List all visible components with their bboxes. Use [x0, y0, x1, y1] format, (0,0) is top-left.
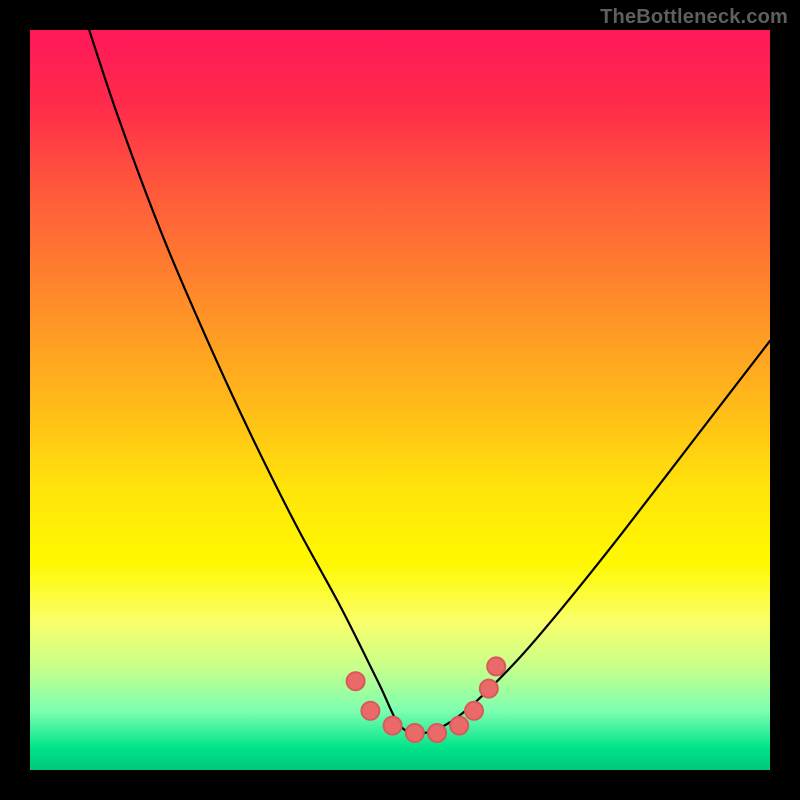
valley-markers — [30, 30, 770, 770]
valley-marker — [480, 680, 498, 698]
valley-marker — [450, 717, 468, 735]
bottleneck-curve — [30, 30, 770, 770]
chart-frame: TheBottleneck.com — [0, 0, 800, 800]
valley-marker — [384, 717, 402, 735]
plot-area — [30, 30, 770, 770]
watermark-text: TheBottleneck.com — [600, 6, 788, 29]
valley-marker — [406, 724, 424, 742]
valley-marker — [347, 672, 365, 690]
valley-marker — [465, 702, 483, 720]
valley-marker — [361, 702, 379, 720]
valley-marker — [428, 724, 446, 742]
valley-marker — [487, 657, 505, 675]
